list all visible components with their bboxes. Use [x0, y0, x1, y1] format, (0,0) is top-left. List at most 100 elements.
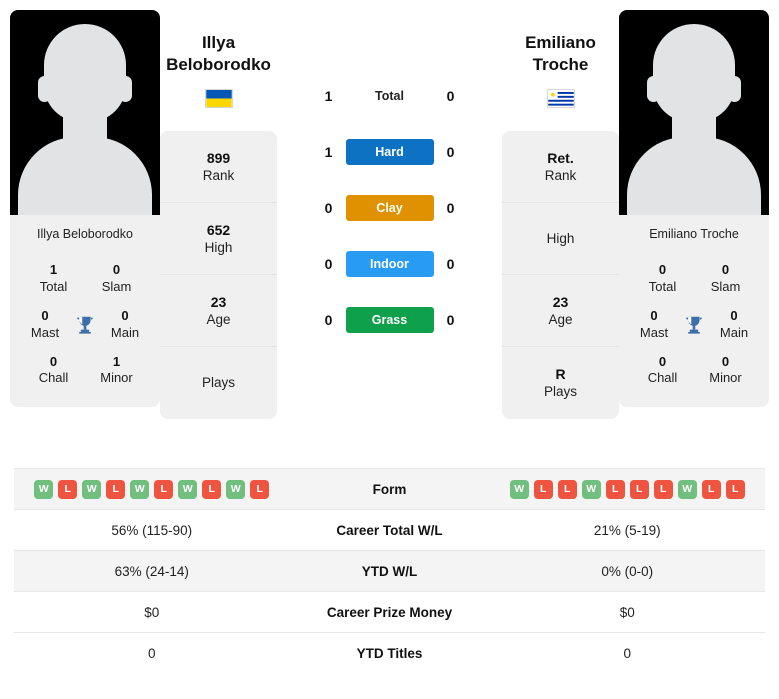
info-value: R	[555, 366, 566, 382]
titles-label: Chall	[647, 370, 678, 386]
titles-label: Mast	[30, 324, 60, 340]
info-value: 23	[552, 293, 569, 310]
h2h-left-value: 0	[324, 256, 333, 272]
left-value: 0	[147, 645, 156, 661]
right-player-avatar	[619, 10, 769, 215]
h2h-surface-wrap: Indoor	[345, 251, 434, 277]
titles-value: 0	[730, 307, 738, 323]
titles-row: 0 Mast 0 Main	[625, 302, 763, 348]
titles-label: Main	[110, 324, 140, 340]
titles-label: Total	[39, 278, 68, 294]
left-player-flag-ukraine-icon	[204, 88, 233, 108]
info-cell-plays: Plays	[160, 347, 277, 419]
titles-label: Slam	[710, 278, 741, 294]
titles-cell-minor: 1 Minor	[85, 354, 148, 388]
avatar-ear-right-shape	[119, 76, 132, 102]
form-badge-win: W	[581, 479, 601, 499]
table-row-career-total-wl: 56% (115-90) Career Total W/L 21% (5-19)	[14, 509, 765, 550]
titles-cell-chall: 0 Chall	[631, 354, 694, 388]
surface-badge-grass[interactable]: Grass	[345, 307, 434, 333]
titles-label: Slam	[101, 278, 132, 294]
form-badge-loss: L	[557, 479, 577, 499]
h2h-row-grass: 0 Grass 0	[277, 292, 502, 348]
titles-cell-minor: 0 Minor	[694, 354, 757, 388]
h2h-row-total: 1 Total 0	[277, 68, 502, 124]
titles-value: 0	[49, 353, 58, 369]
avatar-ear-left-shape	[38, 76, 51, 102]
h2h-surface-wrap: Clay	[345, 195, 434, 221]
left-player-titles-stats: 1 Total 0 Slam 0 Mast 0 Main 0 Chall 1 M…	[10, 256, 160, 408]
titles-row: 0 Chall 0 Minor	[625, 348, 763, 394]
form-badge-loss: L	[250, 479, 270, 499]
trophy-icon	[68, 313, 102, 337]
info-cell-rank: Ret. Rank	[502, 131, 619, 203]
info-cell-high: High	[502, 203, 619, 275]
titles-label: Main	[719, 324, 749, 340]
row-label: Career Prize Money	[326, 604, 453, 620]
titles-cell-main: 0 Main	[711, 308, 757, 342]
form-badge-loss: L	[533, 479, 553, 499]
info-label: Rank	[544, 167, 577, 183]
surface-badge-indoor[interactable]: Indoor	[345, 251, 434, 277]
titles-value: 0	[721, 353, 730, 369]
table-row-ytd-wl: 63% (24-14) YTD W/L 0% (0-0)	[14, 550, 765, 591]
h2h-total-label-wrap: Total	[346, 87, 434, 105]
right-player-name-line1: Emiliano	[525, 33, 596, 52]
h2h-right-value: 0	[446, 88, 455, 104]
right-value: $0	[619, 604, 635, 620]
titles-label: Total	[648, 278, 677, 294]
h2h-right-value: 0	[446, 144, 455, 160]
info-label: Age	[548, 311, 573, 327]
info-label: High	[204, 239, 233, 255]
info-cell-plays: R Plays	[502, 347, 619, 419]
left-player-info-card: 899 Rank 652 High 23 Age Plays	[160, 130, 277, 419]
form-badge-win: W	[178, 479, 198, 499]
form-badge-loss: L	[653, 479, 673, 499]
table-row-career-prize-money: $0 Career Prize Money $0	[14, 591, 765, 632]
right-player-photo-caption: Emiliano Troche	[619, 215, 769, 256]
info-label: Age	[206, 311, 231, 327]
titles-row: 1 Total 0 Slam	[16, 256, 154, 302]
left-player-name-line1: Illya	[201, 33, 236, 52]
titles-cell-main: 0 Main	[102, 308, 148, 342]
h2h-left-value: 1	[324, 88, 333, 104]
form-badge-loss: L	[701, 479, 721, 499]
titles-value: 0	[721, 262, 730, 277]
right-value: 0% (0-0)	[601, 563, 654, 579]
titles-label: Minor	[709, 370, 742, 386]
surface-badge-clay[interactable]: Clay	[345, 195, 434, 221]
left-form-badges: WLWLWLWLWL	[18, 479, 286, 499]
titles-label: Chall	[38, 370, 69, 386]
left-player-name-line2: Beloborodko	[166, 55, 271, 75]
info-cell-age: 23 Age	[502, 275, 619, 347]
form-badge-loss: L	[202, 479, 222, 499]
right-player-name-line2: Troche	[532, 55, 589, 75]
left-value: 63% (24-14)	[114, 563, 189, 579]
h2h-total-label: Total	[375, 89, 404, 103]
info-label: Plays	[201, 375, 235, 391]
form-badge-loss: L	[605, 479, 625, 499]
info-value: 23	[210, 293, 227, 310]
avatar-body-shape	[18, 137, 152, 215]
row-label: Form	[372, 481, 407, 497]
titles-cell-slam: 0 Slam	[694, 262, 757, 296]
titles-cell-total: 0 Total	[631, 262, 694, 296]
h2h-surface-wrap: Hard	[345, 139, 434, 165]
form-badge-win: W	[82, 479, 102, 499]
surface-badge-hard[interactable]: Hard	[345, 139, 434, 165]
h2h-row-clay: 0 Clay 0	[277, 180, 502, 236]
left-value: 56% (115-90)	[111, 522, 193, 538]
titles-value: 1	[112, 353, 121, 369]
form-badge-loss: L	[154, 479, 174, 499]
row-label: Career Total W/L	[336, 522, 443, 538]
info-value: 899	[206, 149, 231, 166]
left-player-photo-card: Illya Beloborodko 1 Total 0 Slam 0 Mast	[10, 10, 160, 408]
head-to-head-column: 1 Total 0 1 Hard 0 0 Clay 0 0 Indoor 0 0…	[277, 10, 502, 348]
form-badge-win: W	[34, 479, 54, 499]
comparison-stat-table: WLWLWLWLWL Form WLLWLLLWLL 56% (115-90) …	[0, 468, 779, 673]
info-label: Rank	[202, 167, 235, 183]
form-badge-win: W	[677, 479, 697, 499]
titles-label: Minor	[100, 370, 133, 386]
info-cell-high: 652 High	[160, 203, 277, 275]
info-cell-rank: 899 Rank	[160, 131, 277, 203]
